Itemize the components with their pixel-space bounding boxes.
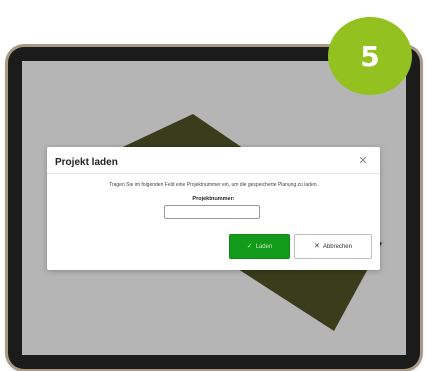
step-number: 5: [360, 39, 380, 73]
cancel-button-label: Abbrechen: [322, 243, 352, 250]
check-icon: ✓: [246, 243, 253, 250]
step-badge: 5: [328, 17, 412, 95]
close-icon[interactable]: ✕: [358, 156, 368, 167]
dialog-title: Projekt laden: [55, 157, 118, 168]
dialog-instruction: Tragen Sie im folgenden Feld eine Projek…: [109, 182, 318, 188]
load-button-label: Laden: [255, 243, 273, 250]
load-button[interactable]: ✓ Laden: [229, 234, 290, 259]
close-icon: ✕: [314, 243, 320, 250]
project-number-input[interactable]: [164, 205, 260, 219]
cancel-button[interactable]: ✕ Abbrechen: [294, 234, 372, 259]
project-number-label: Projektnummer:: [192, 196, 235, 202]
dialog-divider: [47, 173, 380, 174]
load-project-dialog: Projekt laden ✕ Tragen Sie im folgenden …: [47, 147, 380, 270]
